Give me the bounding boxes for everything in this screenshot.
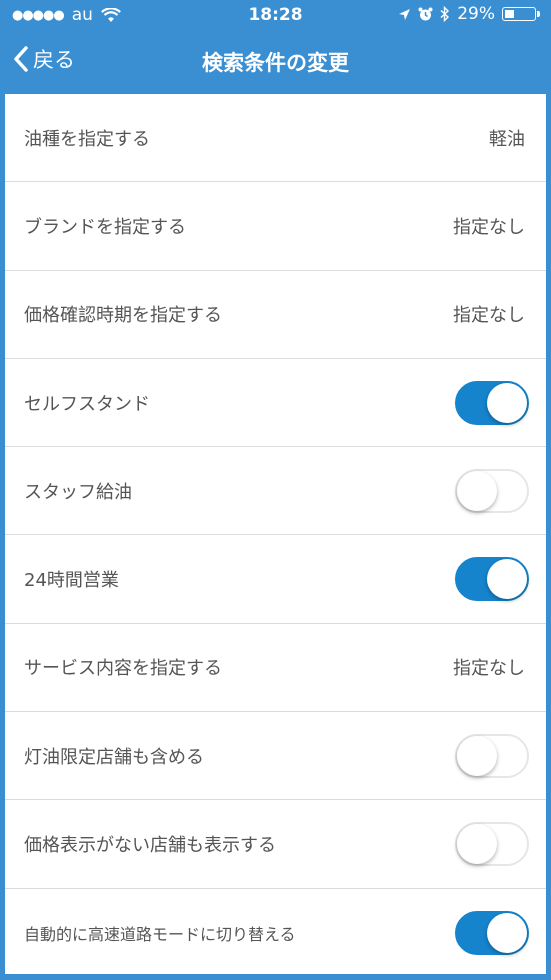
- toggle-knob: [457, 824, 497, 865]
- toggle-knob: [457, 470, 497, 511]
- toggle-knob: [487, 559, 527, 600]
- row-value: 軽油: [489, 128, 525, 150]
- row-price-check-period[interactable]: 価格確認時期を指定する 指定なし: [5, 271, 546, 359]
- self-stand-toggle[interactable]: [455, 380, 529, 425]
- toggle-knob: [487, 382, 527, 423]
- row-services[interactable]: サービス内容を指定する 指定なし: [5, 624, 546, 713]
- row-brand[interactable]: ブランドを指定する 指定なし: [5, 182, 546, 271]
- open-24h-toggle[interactable]: [455, 557, 529, 602]
- row-label: 価格表示がない店舗も表示する: [24, 835, 276, 857]
- toggle-knob: [457, 735, 497, 776]
- row-fuel-type[interactable]: 油種を指定する 軽油: [5, 94, 546, 183]
- staff-refuel-toggle[interactable]: [455, 468, 529, 513]
- row-highway-mode: 自動的に高速道路モードに切り替える: [5, 889, 546, 977]
- highway-mode-toggle[interactable]: [455, 910, 529, 955]
- row-label: 油種を指定する: [24, 128, 150, 150]
- row-24h: 24時間営業: [5, 535, 546, 624]
- settings-list: 油種を指定する 軽油 ブランドを指定する 指定なし 価格確認時期を指定する 指定…: [5, 94, 546, 974]
- row-no-price-shops: 価格表示がない店舗も表示する: [5, 800, 546, 889]
- row-label: 自動的に高速道路モードに切り替える: [24, 924, 296, 944]
- bluetooth-icon: [440, 6, 450, 22]
- row-label: 価格確認時期を指定する: [24, 305, 222, 327]
- row-value: 指定なし: [453, 658, 525, 680]
- alarm-icon: [418, 7, 433, 20]
- row-label: スタッフ給油: [24, 481, 132, 503]
- row-label: サービス内容を指定する: [24, 658, 222, 680]
- battery-icon: [502, 7, 540, 21]
- navigation-bar: 戻る 検索条件の変更: [5, 30, 546, 94]
- row-value: 指定なし: [453, 216, 525, 238]
- row-label: 24時間営業: [24, 570, 119, 592]
- row-label: セルフスタンド: [24, 393, 150, 415]
- no-price-shops-toggle[interactable]: [455, 822, 529, 867]
- status-right: 29%: [398, 4, 540, 24]
- row-self-stand: セルフスタンド: [5, 359, 546, 448]
- app-frame: ●●●●● au 18:28 29% 戻る 検索条件の変更 油種を指定する 軽油…: [0, 0, 551, 980]
- status-bar: ●●●●● au 18:28 29%: [5, 0, 546, 30]
- page-title: 検索条件の変更: [202, 51, 349, 75]
- row-label: ブランドを指定する: [24, 216, 186, 238]
- row-staff-refuel: スタッフ給油: [5, 447, 546, 536]
- battery-percent: 29%: [457, 4, 495, 24]
- kerosene-only-toggle[interactable]: [455, 733, 529, 778]
- row-label: 灯油限定店舗も含める: [24, 746, 204, 768]
- toggle-knob: [487, 912, 527, 953]
- row-value: 指定なし: [453, 305, 525, 327]
- row-kerosene-only: 灯油限定店舗も含める: [5, 712, 546, 801]
- location-arrow-icon: [399, 8, 411, 20]
